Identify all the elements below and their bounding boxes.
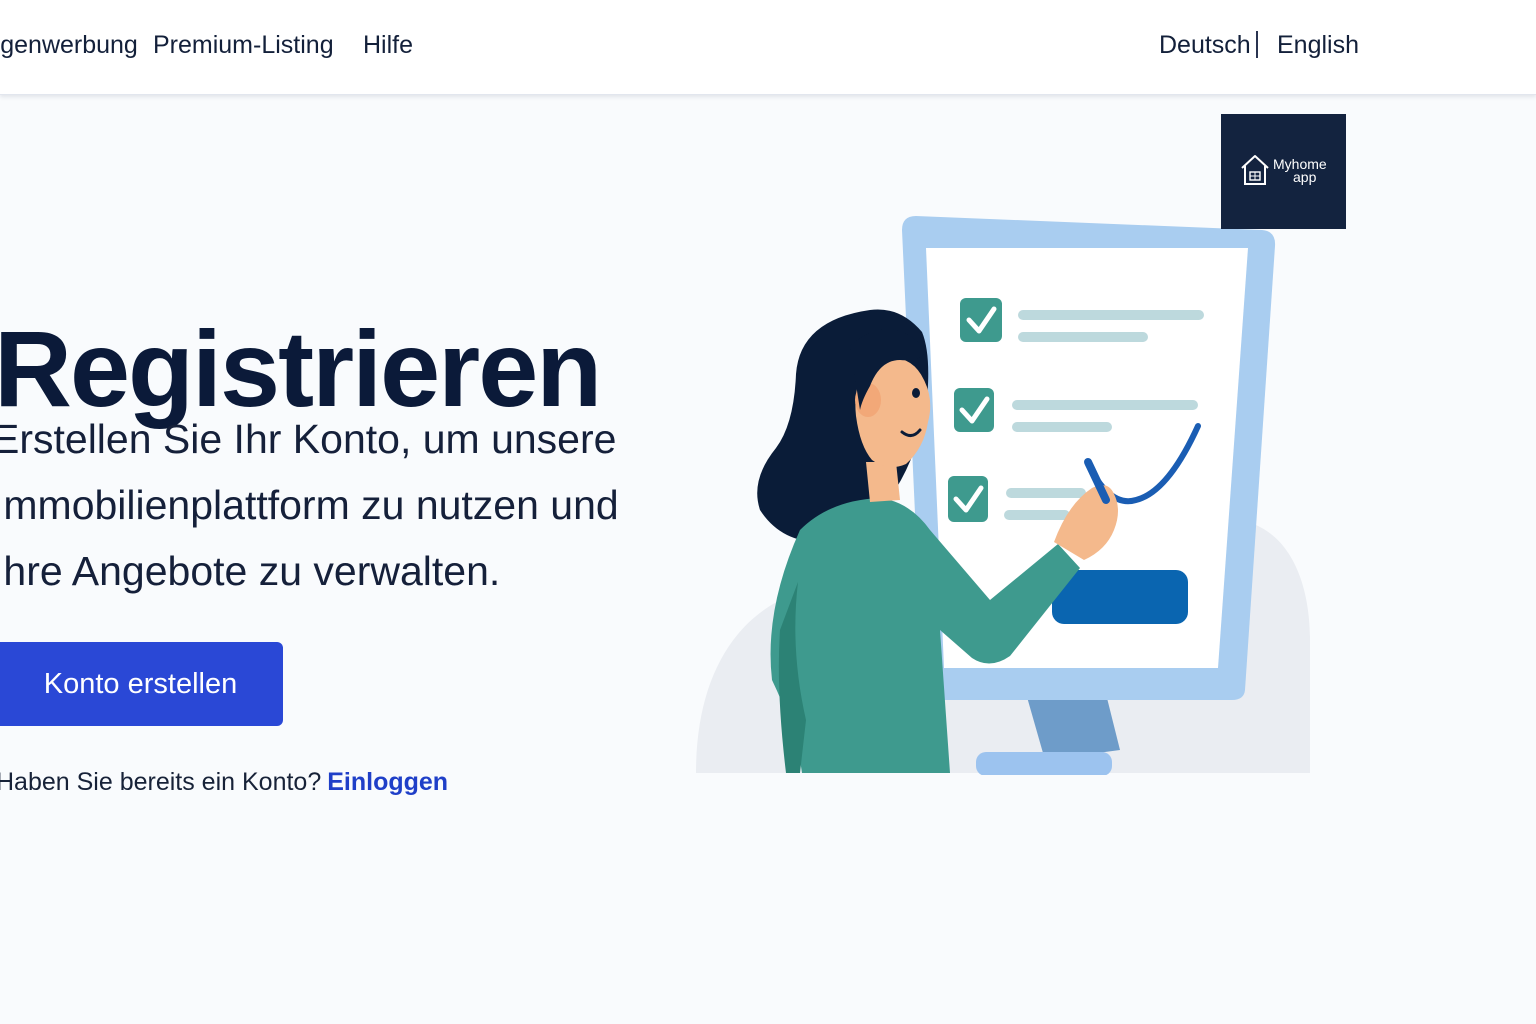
screen-button: [1052, 570, 1188, 624]
hero-description-line: Immobilienplattform zu nutzen und: [0, 482, 619, 528]
registration-page: Eigenwerbung Premium-Listing Hilfe Deuts…: [0, 0, 1536, 1024]
language-deutsch[interactable]: Deutsch: [1159, 31, 1251, 60]
checklist-line: [1018, 310, 1204, 320]
house-icon: [1241, 155, 1269, 185]
language-separator: [1256, 31, 1258, 58]
checklist-line: [1012, 422, 1112, 432]
hero-description-line: Ihre Angebote zu verwalten.: [0, 548, 501, 594]
woman-neck: [866, 462, 900, 502]
login-link[interactable]: Einloggen: [327, 768, 448, 796]
checklist-line: [1006, 488, 1086, 498]
create-account-button[interactable]: Konto erstellen: [0, 642, 283, 726]
woman-eye: [912, 388, 920, 398]
checklist-line: [1018, 332, 1148, 342]
logo-line-2: app: [1293, 169, 1317, 185]
login-prompt-text: Haben Sie bereits ein Konto?: [0, 768, 322, 796]
nav-link-hilfe[interactable]: Hilfe: [363, 31, 413, 60]
login-prompt: Haben Sie bereits ein Konto? Einloggen: [0, 768, 448, 797]
myhome-app-logo[interactable]: Myhome app: [1221, 114, 1346, 229]
hero-description: Erstellen Sie Ihr Konto, um unsere Immob…: [0, 406, 632, 604]
monitor-foot: [976, 752, 1112, 775]
checklist-line: [1004, 510, 1070, 520]
language-english[interactable]: English: [1277, 31, 1359, 60]
check-box-icon: [960, 298, 1002, 342]
nav-link-premium-listing[interactable]: Premium-Listing: [153, 31, 334, 60]
nav-link-eigenwerbung[interactable]: Eigenwerbung: [0, 31, 138, 60]
hero-description-line: Erstellen Sie Ihr Konto, um unsere: [0, 416, 617, 462]
logo-wordmark: Myhome app: [1273, 157, 1327, 185]
registration-illustration: [696, 216, 1310, 775]
top-navigation-bar: Eigenwerbung Premium-Listing Hilfe Deuts…: [0, 0, 1536, 95]
checklist-line: [1012, 400, 1198, 410]
